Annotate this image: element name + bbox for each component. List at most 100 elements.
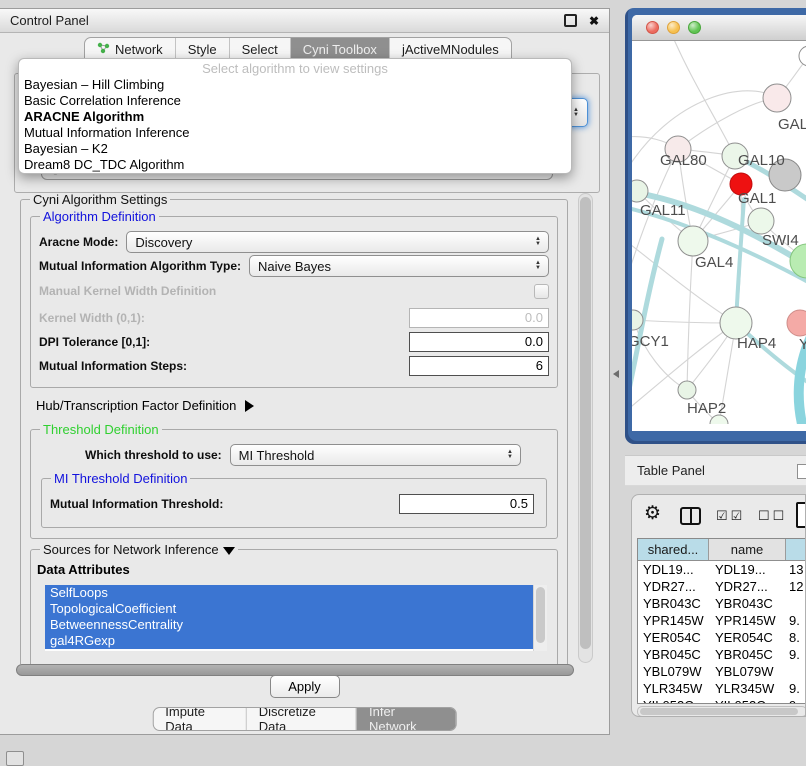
scrollbar-thumb[interactable] (580, 197, 591, 649)
attribute-item-selfloops[interactable]: SelfLoops (45, 585, 534, 601)
column-header-shared[interactable]: shared... (638, 539, 709, 560)
cell: YDL19... (638, 561, 709, 578)
cell (786, 595, 806, 612)
tab-label: Select (242, 42, 278, 57)
popup-item-bayesian-hill-climbing[interactable]: Bayesian – Hill Climbing (19, 77, 571, 93)
cell: YLR345W (638, 680, 709, 697)
attribute-item-topologicalcoefficient[interactable]: TopologicalCoefficient (45, 601, 534, 617)
popup-item-aracne-algorithm[interactable]: ARACNE Algorithm (19, 109, 571, 125)
cell: YDL19... (709, 561, 786, 578)
table-row[interactable]: YLR345WYLR345W9. (638, 680, 806, 697)
node-gal4[interactable] (678, 226, 708, 256)
cell: YIL052C (638, 697, 709, 704)
cyni-settings-title: Cyni Algorithm Settings (30, 192, 170, 207)
hub-definition-expander[interactable]: Hub/Transcription Factor Definition (36, 398, 558, 413)
manual-kernel-checkbox[interactable] (534, 284, 549, 299)
node-pink-right[interactable] (787, 310, 806, 336)
table-row[interactable]: YPR145WYPR145W9. (638, 612, 806, 629)
network-view-window: GALGAL80GAL10GAL1GAL11SWI4GAL4GCY1HAP4YH… (625, 8, 806, 444)
popup-item-mutual-information-inference[interactable]: Mutual Information Inference (19, 125, 571, 141)
zoom-window-icon[interactable] (688, 21, 701, 34)
attribute-item-gal4rgexp[interactable]: gal4RGexp (45, 633, 534, 649)
minimized-window-icon[interactable] (6, 751, 24, 766)
network-edge (736, 199, 744, 323)
mi-threshold-field[interactable]: 0.5 (399, 494, 534, 514)
export-table-icon[interactable] (796, 502, 806, 528)
table-row[interactable]: YBL079WYBL079W (638, 663, 806, 680)
tab-label: Style (188, 42, 217, 57)
node-gal1[interactable] (748, 208, 774, 234)
table-row[interactable]: YDL19...YDL19...13 (638, 561, 806, 578)
cell: YBR045C (709, 646, 786, 663)
tab-label: Impute Data (165, 707, 234, 731)
tab-discretize-data[interactable]: Discretize Data (246, 708, 356, 730)
aracne-mode-combobox[interactable]: Discovery (126, 231, 549, 253)
tab-style[interactable]: Style (175, 38, 229, 60)
panel-vertical-scrollbar[interactable] (578, 193, 593, 663)
cyni-algorithm-settings-group: Cyni Algorithm Settings Algorithm Defini… (20, 199, 568, 664)
tab-network[interactable]: Network (85, 38, 175, 60)
deselect-all-columns-icon[interactable]: ☐☐ (758, 508, 787, 524)
mi-type-label: Mutual Information Algorithm Type: (39, 259, 241, 273)
column-header-3[interactable] (786, 539, 806, 560)
tab-select[interactable]: Select (229, 38, 290, 60)
mi-steps-field[interactable]: 6 (409, 356, 549, 376)
cell: YLR345W (709, 680, 786, 697)
control-panel-titlebar: Control Panel ✖ (0, 9, 609, 33)
node-label-hap4: HAP4 (737, 335, 776, 352)
tab-cyni-toolbox[interactable]: Cyni Toolbox (290, 38, 389, 60)
close-icon[interactable]: ✖ (589, 14, 599, 28)
tab-impute-data[interactable]: Impute Data (153, 708, 246, 730)
popup-item-bayesian-k2[interactable]: Bayesian – K2 (19, 141, 571, 157)
table-horizontal-scrollbar[interactable] (637, 706, 806, 717)
minimize-window-icon[interactable] (667, 21, 680, 34)
aracne-mode-value: Discovery (135, 235, 192, 250)
threshold-definition-title: Threshold Definition (40, 422, 162, 437)
table-row[interactable]: YER054CYER054C8. (638, 629, 806, 646)
node-top-right[interactable] (799, 46, 806, 66)
tab-jactivemnodules[interactable]: jActiveMNodules (389, 38, 511, 60)
cell: YBL079W (638, 663, 709, 680)
cell: YBL079W (709, 663, 786, 680)
node-label-gal80: GAL80 (660, 152, 707, 169)
table-row[interactable]: YBR043CYBR043C (638, 595, 806, 612)
popup-item-dream8-dc-tdc-algorithm[interactable]: Dream8 DC_TDC Algorithm (19, 157, 571, 173)
table-row[interactable]: YDR27...YDR27...12 (638, 578, 806, 595)
popup-item-basic-correlation-inference[interactable]: Basic Correlation Inference (19, 93, 571, 109)
network-canvas[interactable]: GALGAL80GAL10GAL1GAL11SWI4GAL4GCY1HAP4YH… (632, 41, 806, 431)
node-label-gal10: GAL10 (738, 152, 785, 169)
which-threshold-combobox[interactable]: MI Threshold (230, 444, 521, 466)
column-header-name[interactable]: name (709, 539, 786, 560)
attribute-list-scrollbar[interactable] (533, 585, 547, 651)
data-attributes-list: SelfLoopsTopologicalCoefficientBetweenne… (45, 585, 547, 651)
tab-label: Discretize Data (259, 707, 344, 731)
tab-infer-network[interactable]: Infer Network (356, 708, 456, 730)
select-all-columns-icon[interactable]: ☑☑ (716, 508, 745, 524)
attribute-item-betweennesscentrality[interactable]: BetweennessCentrality (45, 617, 534, 633)
gear-icon[interactable]: ⚙ (644, 502, 661, 525)
scrollbar-thumb[interactable] (536, 587, 545, 643)
float-window-icon[interactable] (564, 14, 577, 27)
table-row[interactable]: YIL052CYIL052C9 (638, 697, 806, 704)
scrollbar-thumb[interactable] (640, 708, 798, 715)
apply-button[interactable]: Apply (270, 675, 340, 698)
network-graph: GALGAL80GAL10GAL1GAL11SWI4GAL4GCY1HAP4YH… (632, 41, 806, 424)
kernel-width-field[interactable]: 0.0 (409, 308, 549, 328)
mi-threshold-label: Mutual Information Threshold: (50, 497, 223, 511)
mi-threshold-group: MI Threshold Definition Mutual Informati… (41, 478, 547, 528)
network-window-titlebar (632, 15, 806, 41)
dpi-tolerance-field[interactable]: 0.0 (409, 332, 549, 352)
algorithm-popup-placeholder: Select algorithm to view settings (19, 61, 571, 77)
table-row[interactable]: YBR045CYBR045C9. (638, 646, 806, 663)
close-window-icon[interactable] (646, 21, 659, 34)
sources-title[interactable]: Sources for Network Inference (40, 542, 238, 557)
node-pink-top[interactable] (763, 84, 791, 112)
mi-type-value: Naive Bayes (258, 259, 331, 274)
mi-type-combobox[interactable]: Naive Bayes (249, 255, 549, 277)
table-toolbar: ⚙ ☑☑ ☐☐ (632, 501, 805, 531)
node-hap2[interactable] (678, 381, 696, 399)
table-panel-window-icon[interactable] (797, 464, 806, 479)
columns-icon[interactable] (680, 507, 701, 525)
splitter-collapse-icon[interactable] (613, 370, 619, 378)
sources-group: Sources for Network Inference Data Attri… (30, 549, 558, 664)
